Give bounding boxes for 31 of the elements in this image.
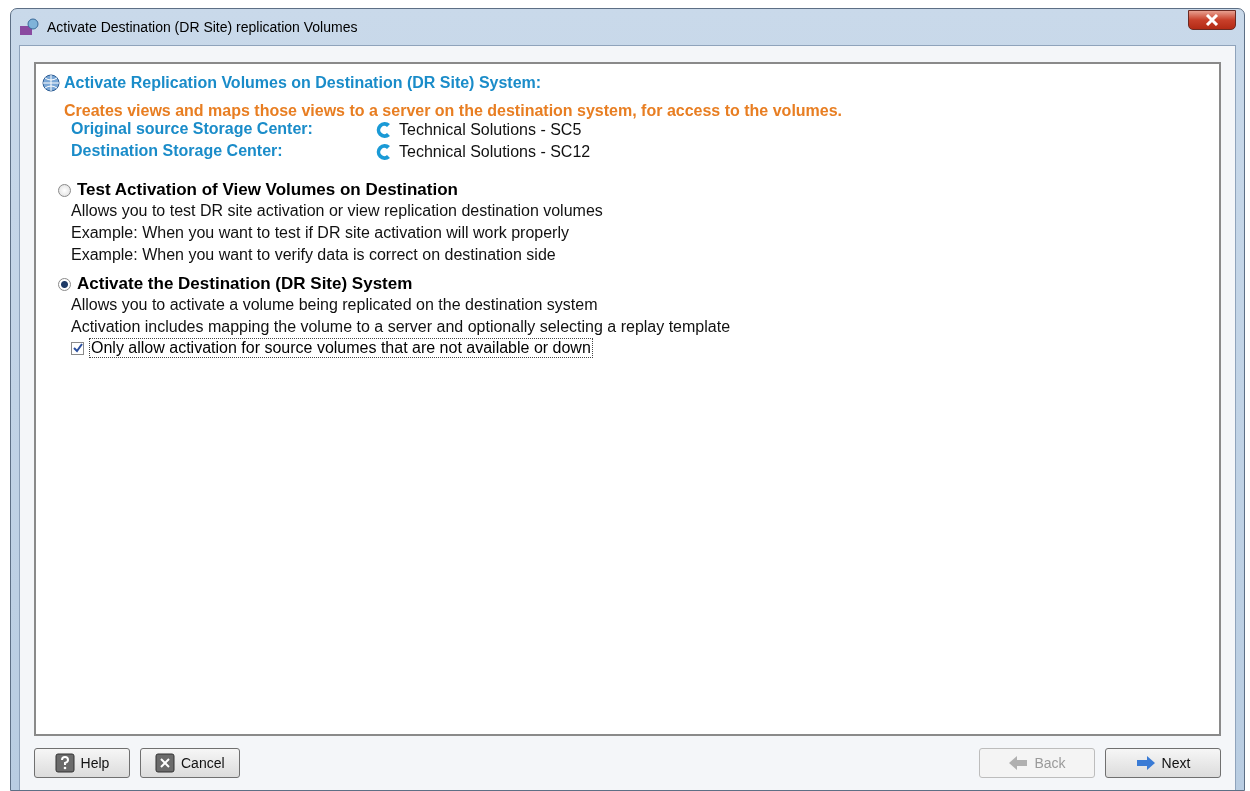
detail-label: Destination Storage Center: <box>71 142 284 161</box>
window-title: Activate Destination (DR Site) replication Volumes <box>47 19 359 35</box>
option-label: Activate the Destination (DR Site) System <box>77 274 413 294</box>
close-icon <box>155 753 175 773</box>
right-arrow-icon <box>1135 755 1156 771</box>
cancel-button[interactable]: Cancel <box>140 748 240 778</box>
detail-value: Technical Solutions - SC5 <box>399 121 582 139</box>
option-description: Activation includes mapping the volume to a server and optionally selecting a replay template <box>71 317 732 337</box>
radio-button[interactable] <box>58 277 71 291</box>
detail-label: Original source Storage Center: <box>71 120 314 139</box>
globe-icon <box>42 74 60 92</box>
option-description: Allows you to activate a volume being replicated on the destination system <box>71 295 599 315</box>
option-description: Example: When you want to verify data is correct on destination side <box>71 245 557 265</box>
app-icon <box>19 17 41 37</box>
page-heading: Activate Replication Volumes on Destination (DR Site) System: <box>64 74 542 92</box>
option-description: Allows you to test DR site activation or view replication destination volumes <box>71 201 604 221</box>
close-button[interactable] <box>1188 10 1236 30</box>
close-icon <box>1205 14 1219 26</box>
storage-center-icon <box>375 120 393 140</box>
next-button[interactable]: Next <box>1105 748 1221 778</box>
left-arrow-icon <box>1008 755 1029 771</box>
description-text: Creates views and maps those views to a server on the destination system, for access to the volumes. <box>64 102 844 120</box>
option-description: Example: When you want to test if DR site activation will work properly <box>71 223 570 243</box>
help-button[interactable]: Help <box>34 748 130 778</box>
checkbox[interactable] <box>71 341 84 355</box>
detail-value: Technical Solutions - SC12 <box>399 143 591 161</box>
help-icon <box>54 753 75 773</box>
option-label: Test Activation of View Volumes on Destination <box>77 180 458 200</box>
radio-button[interactable] <box>58 183 71 197</box>
storage-center-icon <box>375 142 393 162</box>
checkbox-label: Only allow activation for source volumes that are not available or down <box>89 338 593 358</box>
